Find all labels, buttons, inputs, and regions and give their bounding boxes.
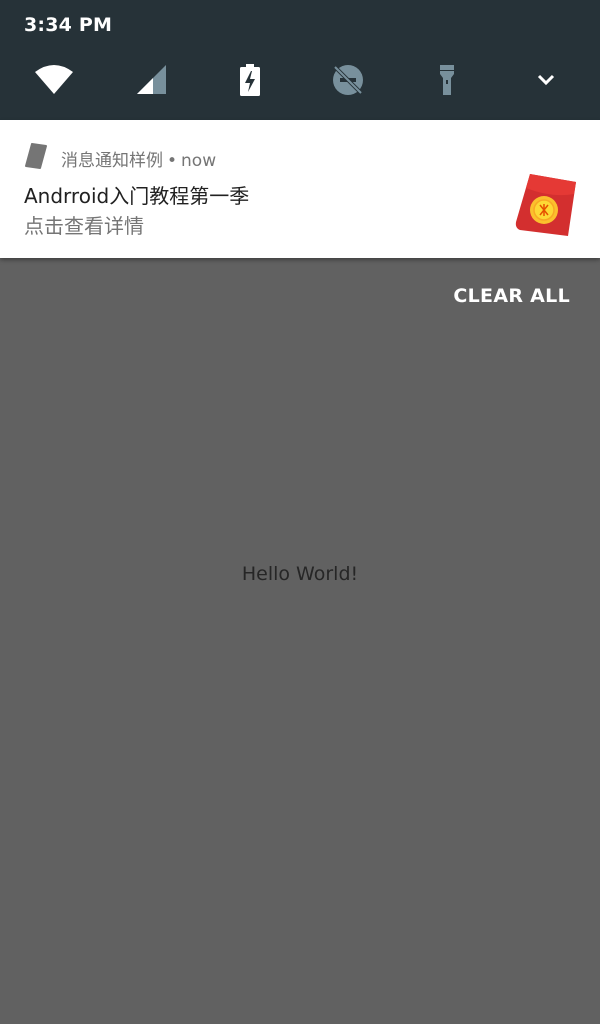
quick-setting-flashlight[interactable]: [423, 56, 471, 104]
notification-app-name: 消息通知样例: [61, 151, 163, 171]
clear-all-button[interactable]: CLEAR ALL: [453, 285, 570, 307]
wifi-icon: [35, 65, 73, 94]
red-envelope-icon: [515, 174, 576, 236]
notification-card[interactable]: 消息通知样例 • now Andrroid入门教程第一季 点击查看详情: [0, 120, 600, 258]
status-time: 3:34 PM: [24, 14, 113, 36]
quick-settings-row: [0, 56, 600, 104]
quick-setting-battery[interactable]: [226, 56, 274, 104]
flashlight-icon: [440, 65, 454, 95]
quick-setting-cellular[interactable]: [128, 56, 176, 104]
cellular-signal-icon: [137, 65, 166, 94]
notification-time: now: [181, 151, 217, 171]
battery-charging-icon: [240, 64, 260, 96]
hello-world-text: Hello World!: [241, 563, 359, 585]
notification-title: Andrroid入门教程第一季: [24, 184, 250, 208]
notification-header: 消息通知样例 • now: [61, 146, 216, 171]
do-not-disturb-off-icon: [333, 65, 363, 95]
notification-separator: •: [167, 151, 178, 171]
app-small-icon: [25, 143, 47, 169]
notification-text: 点击查看详情: [24, 214, 144, 238]
notification-shade-header: 3:34 PM: [0, 0, 600, 120]
chevron-down-icon: [537, 74, 555, 86]
quick-setting-do-not-disturb[interactable]: [324, 56, 372, 104]
quick-settings-expand-button[interactable]: [522, 56, 570, 104]
quick-setting-wifi[interactable]: [30, 56, 78, 104]
